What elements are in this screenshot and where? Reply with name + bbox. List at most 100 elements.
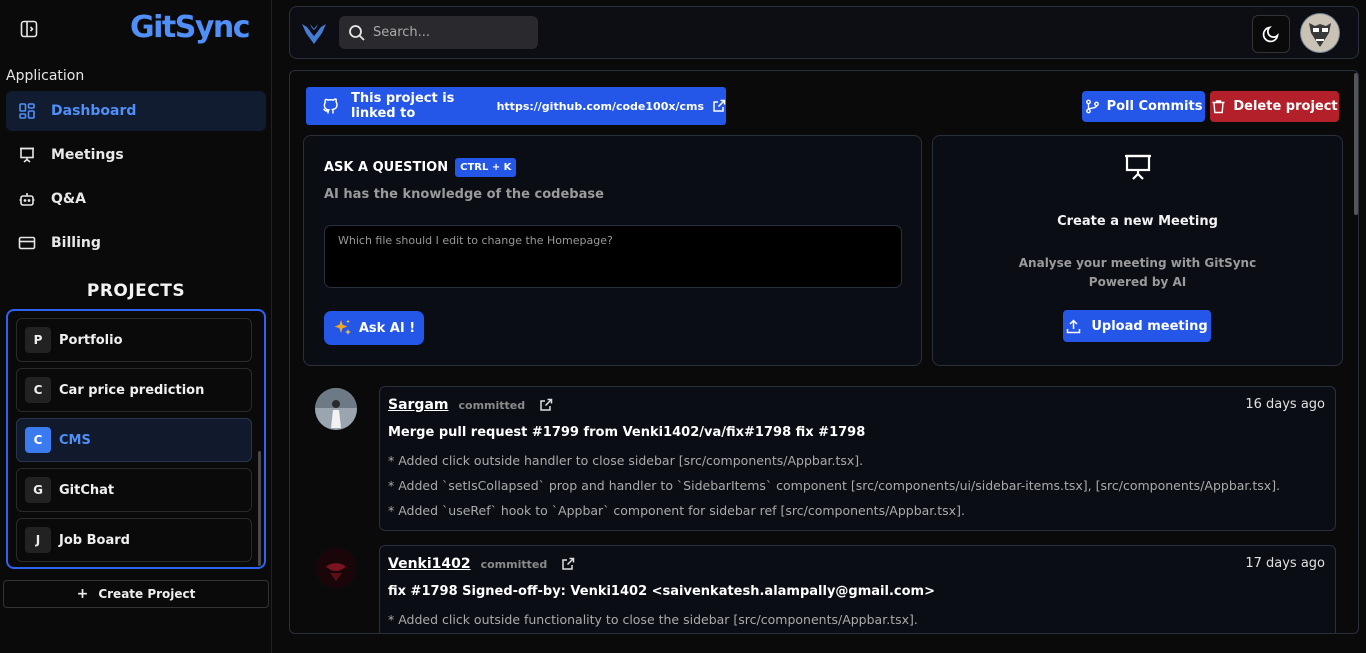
sidebar-item-label: Meetings <box>51 147 124 163</box>
create-project-label: Create Project <box>98 587 196 601</box>
project-name: Portfolio <box>59 332 123 348</box>
ask-title: ASK A QUESTION <box>324 160 449 175</box>
sidebar: GitSync Application Dashboard Meetings Q… <box>0 0 272 653</box>
create-project-button[interactable]: + Create Project <box>3 580 269 608</box>
commit-author[interactable]: Venki1402 <box>388 556 471 572</box>
presentation-icon <box>1123 152 1153 182</box>
meeting-subtitle: Analyse your meeting with GitSync Powere… <box>933 254 1342 292</box>
brand-logo[interactable]: GitSync <box>130 10 251 45</box>
top-bar <box>289 6 1359 59</box>
commit-summary-line: * Added `setIsCollapsed` prop and handle… <box>388 478 1281 493</box>
external-link-icon[interactable] <box>561 557 575 571</box>
project-avatar: P <box>25 327 51 353</box>
presentation-icon <box>18 146 36 164</box>
app-logo-icon[interactable] <box>301 21 327 45</box>
sidebar-item-dashboard[interactable]: Dashboard <box>6 91 266 131</box>
dashboard-icon <box>18 102 36 120</box>
sidebar-item-label: Q&A <box>51 191 86 207</box>
sidebar-nav: Dashboard Meetings Q&A Billing <box>6 91 266 267</box>
external-link-icon[interactable] <box>539 398 553 412</box>
project-item-portfolio[interactable]: P Portfolio <box>16 318 252 362</box>
meeting-title: Create a new Meeting <box>1057 214 1218 229</box>
commit-entry: Venki1402 committed 17 days ago fix #179… <box>315 545 1336 633</box>
project-item-gitchat[interactable]: G GitChat <box>16 468 252 512</box>
commit-time: 17 days ago <box>1245 556 1325 571</box>
bot-icon <box>18 190 36 208</box>
trash-icon <box>1211 99 1226 114</box>
poll-commits-button[interactable]: Poll Commits <box>1082 91 1205 122</box>
upload-icon <box>1066 318 1081 334</box>
sidebar-item-qa[interactable]: Q&A <box>6 179 266 219</box>
main-scrollbar[interactable] <box>1354 73 1358 215</box>
git-branch-icon <box>1085 99 1100 114</box>
plus-icon: + <box>76 586 89 602</box>
commit-tag: committed <box>458 398 526 412</box>
upload-meeting-label: Upload meeting <box>1091 318 1208 334</box>
commit-header: Venki1402 committed <box>388 556 575 572</box>
project-avatar: C <box>25 377 51 403</box>
project-item-job-board[interactable]: J Job Board <box>16 518 252 562</box>
commit-time: 16 days ago <box>1245 397 1325 412</box>
commit-tag: committed <box>480 557 548 571</box>
commit-summary: * Added click outside functionality to c… <box>388 612 918 633</box>
ask-subtitle: AI has the knowledge of the codebase <box>324 187 604 202</box>
meeting-subtitle-line: Analyse your meeting with GitSync <box>1018 256 1257 270</box>
sidebar-item-label: Dashboard <box>51 103 137 119</box>
sidebar-item-meetings[interactable]: Meetings <box>6 135 266 175</box>
commit-header: Sargam committed <box>388 397 553 413</box>
commit-author[interactable]: Sargam <box>388 397 449 413</box>
commit-author-avatar[interactable] <box>315 388 357 430</box>
search-input[interactable] <box>373 25 523 40</box>
project-avatar: C <box>25 427 51 453</box>
project-name: GitChat <box>59 482 115 498</box>
commit-entry: Sargam committed 16 days ago Merge pull … <box>315 386 1336 531</box>
poll-commits-label: Poll Commits <box>1106 99 1203 114</box>
linked-text: This project is linked to <box>351 91 455 121</box>
user-avatar[interactable] <box>1300 13 1340 53</box>
github-icon <box>322 97 339 115</box>
ask-ai-button[interactable]: Ask AI ! <box>324 311 424 345</box>
external-link-icon[interactable] <box>712 99 726 113</box>
search-bar[interactable] <box>339 16 538 49</box>
upload-meeting-button[interactable]: Upload meeting <box>1063 310 1211 342</box>
commit-summary-line: * Added `useRef` hook to `Appbar` compon… <box>388 503 965 518</box>
shortcut-badge: CTRL + K <box>455 158 517 177</box>
commit-card: Venki1402 committed 17 days ago fix #179… <box>379 545 1336 633</box>
repo-link[interactable]: https://github.com/code100x/cms <box>497 100 704 113</box>
search-icon <box>348 24 366 42</box>
sidebar-toggle-icon[interactable] <box>19 19 39 39</box>
ask-ai-label: Ask AI ! <box>358 320 416 336</box>
projects-scrollbar[interactable] <box>258 451 261 566</box>
delete-project-label: Delete project <box>1233 99 1338 114</box>
sparkles-icon <box>333 318 353 338</box>
commit-author-avatar[interactable] <box>315 547 357 589</box>
project-avatar: G <box>25 477 51 503</box>
commit-summary-line: * Added click outside handler to close s… <box>388 453 864 468</box>
commit-card: Sargam committed 16 days ago Merge pull … <box>379 386 1336 531</box>
linked-repo-banner: This project is linked to https://github… <box>306 87 726 125</box>
moon-icon <box>1261 24 1281 44</box>
section-label-application: Application <box>6 68 85 84</box>
project-name: CMS <box>59 432 91 448</box>
question-input[interactable] <box>324 225 902 288</box>
delete-project-button[interactable]: Delete project <box>1210 91 1339 122</box>
main-content: This project is linked to https://github… <box>289 70 1359 634</box>
meeting-card: Create a new Meeting Analyse your meetin… <box>932 135 1343 366</box>
commit-message: Merge pull request #1799 from Venki1402/… <box>388 425 866 440</box>
project-name: Car price prediction <box>59 382 205 398</box>
project-item-cms[interactable]: C CMS <box>16 418 252 462</box>
ask-question-card: ASK A QUESTION CTRL + K AI has the knowl… <box>303 135 922 366</box>
sidebar-item-billing[interactable]: Billing <box>6 223 266 263</box>
ask-title-row: ASK A QUESTION CTRL + K <box>324 158 517 177</box>
project-name: Job Board <box>59 532 130 548</box>
meeting-subtitle-line: Powered by AI <box>1088 275 1187 289</box>
theme-toggle-button[interactable] <box>1252 15 1290 53</box>
projects-list: P Portfolio C Car price prediction C CMS… <box>6 309 266 569</box>
projects-heading: PROJECTS <box>86 281 186 301</box>
project-item-car-price-prediction[interactable]: C Car price prediction <box>16 368 252 412</box>
commit-message: fix #1798 Signed-off-by: Venki1402 <saiv… <box>388 584 935 599</box>
sidebar-item-label: Billing <box>51 235 101 251</box>
project-avatar: J <box>25 527 51 553</box>
commit-summary-line: * Added click outside functionality to c… <box>388 612 918 627</box>
commit-summary: * Added click outside handler to close s… <box>388 453 1280 528</box>
